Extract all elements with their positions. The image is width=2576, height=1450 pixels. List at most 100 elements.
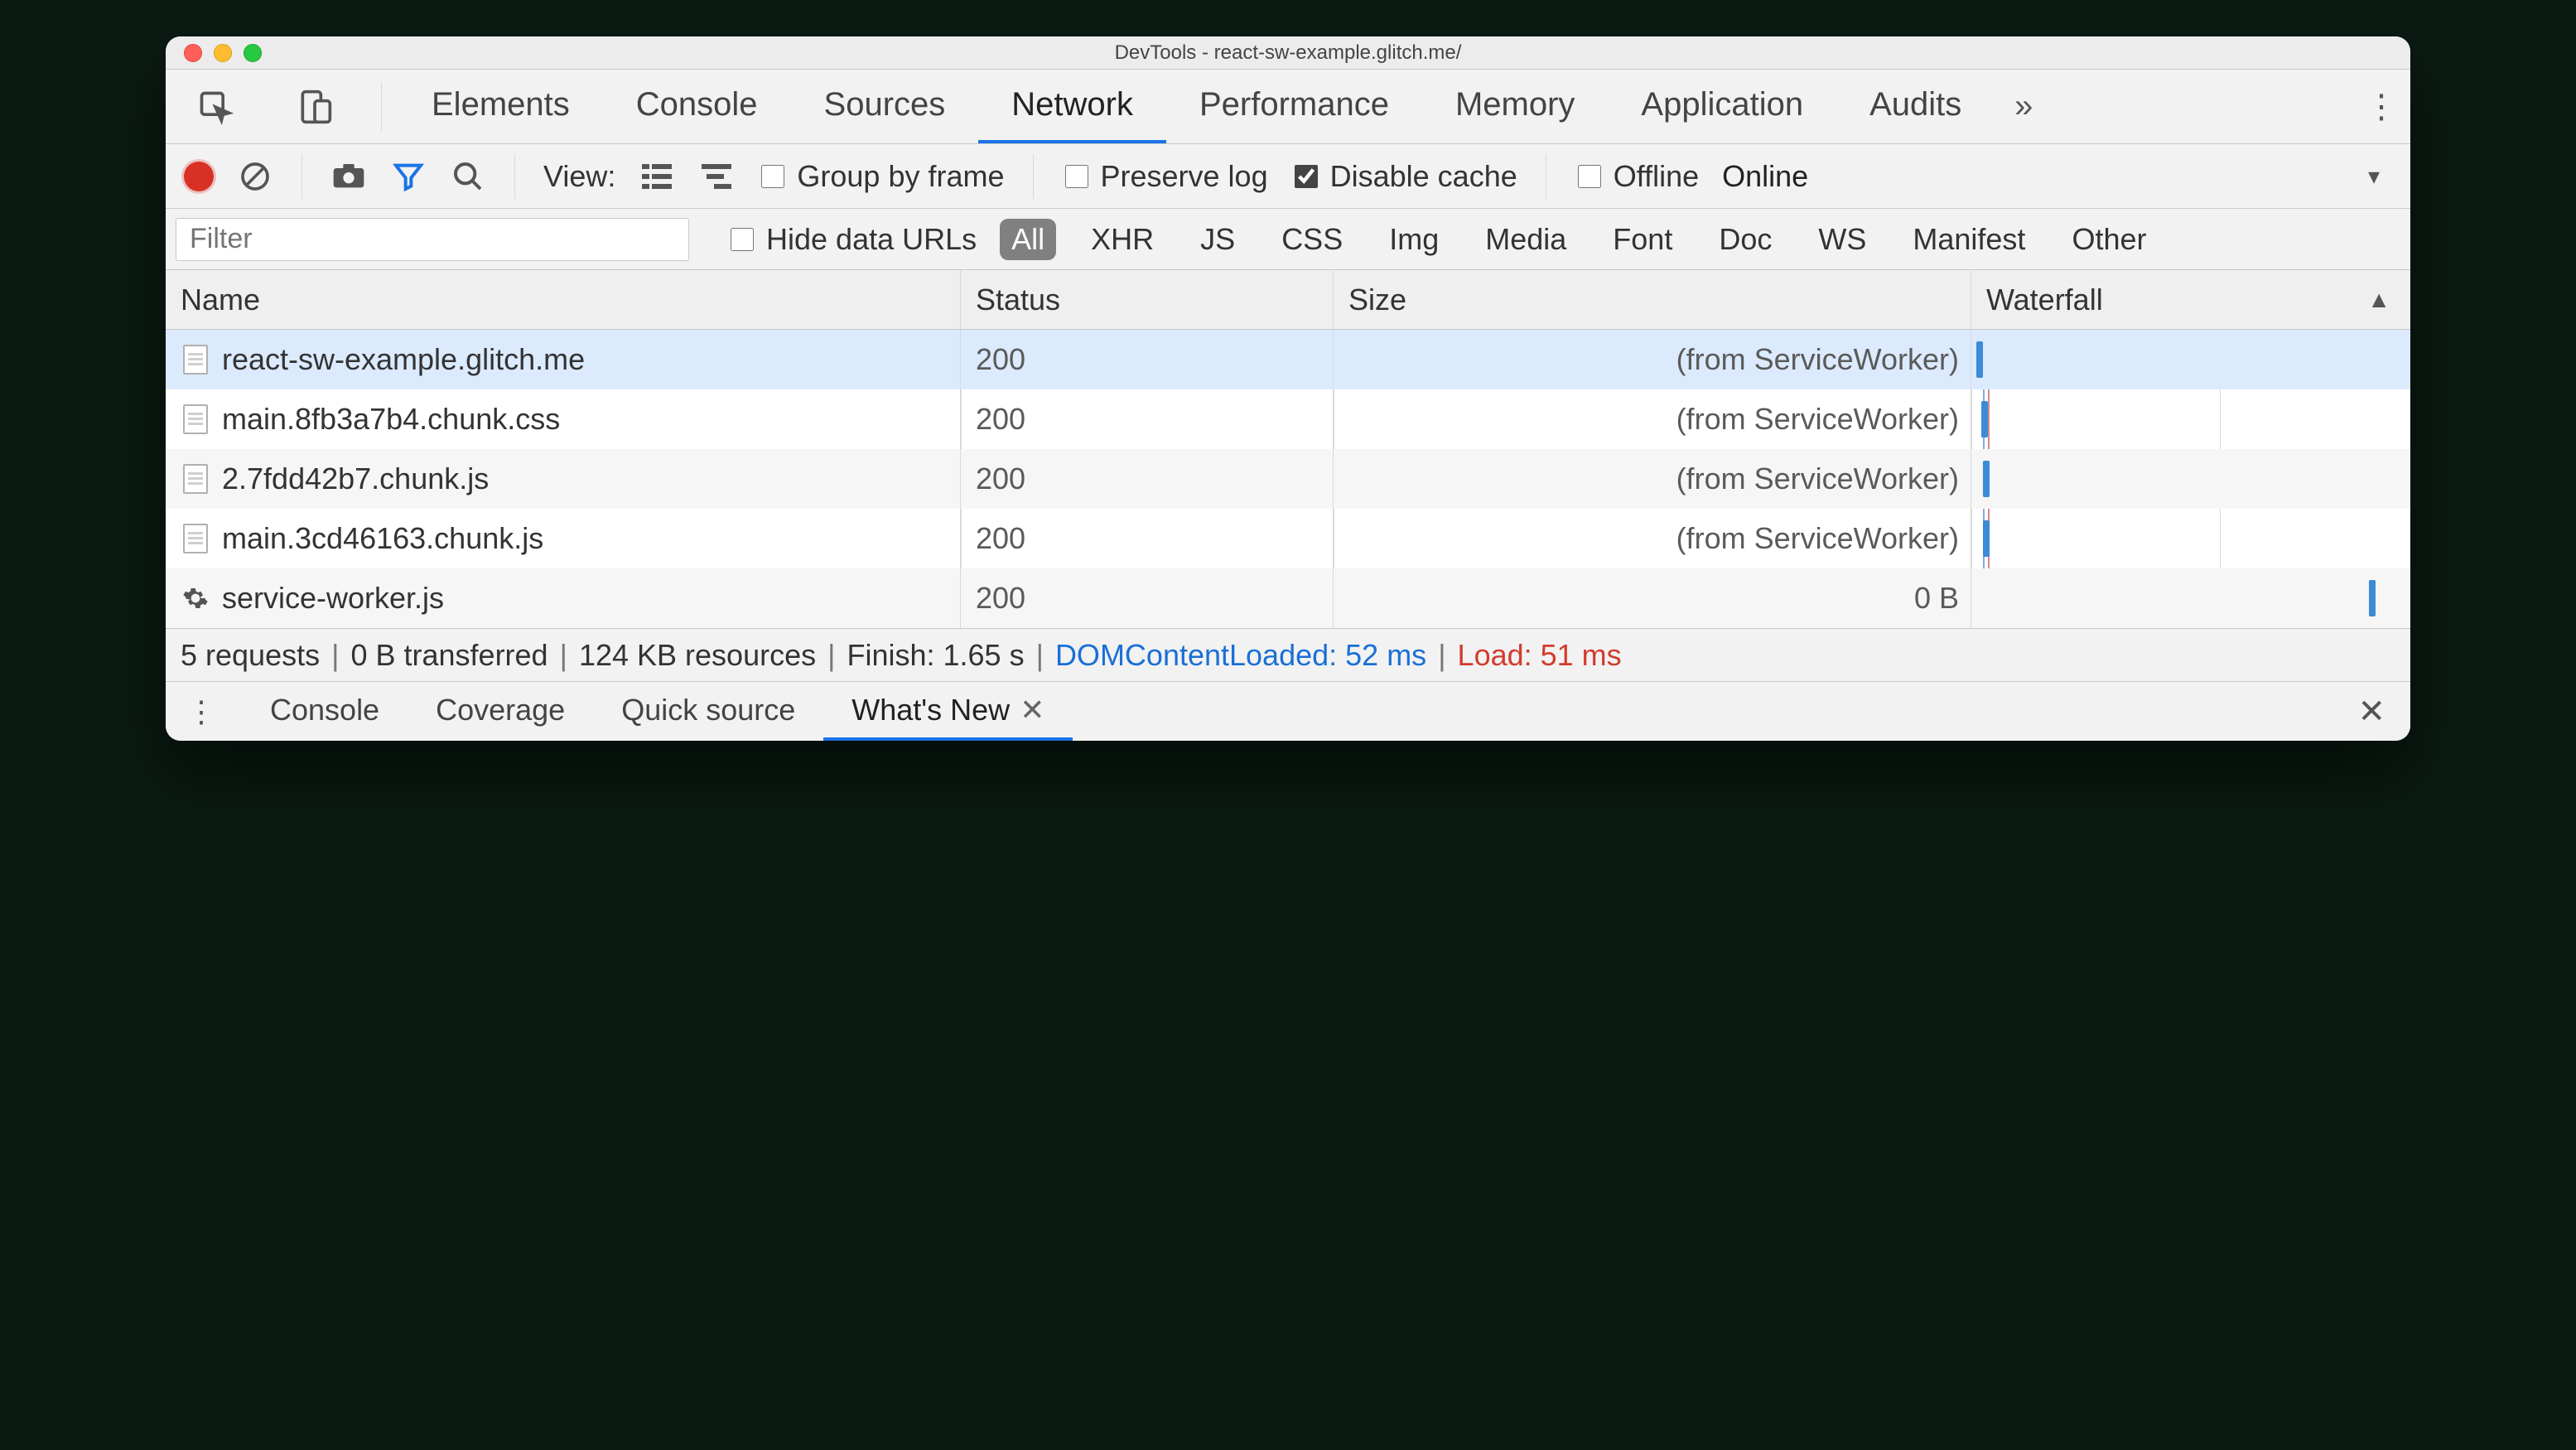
network-toolbar: View: Group by frame Preserve log Disabl… <box>166 144 2410 209</box>
cell-name: main.8fb3a7b4.chunk.css <box>166 389 961 449</box>
more-tabs-icon[interactable]: » <box>1995 88 2053 125</box>
tab-elements[interactable]: Elements <box>398 70 603 143</box>
drawer-tab-whats-new[interactable]: What's New ✕ <box>823 682 1073 741</box>
cell-size: (from ServiceWorker) <box>1334 389 1971 449</box>
column-header-size[interactable]: Size <box>1334 270 1971 329</box>
cell-waterfall <box>1971 330 2410 389</box>
cell-size: (from ServiceWorker) <box>1334 449 1971 509</box>
status-domcontentloaded: DOMContentLoaded: 52 ms <box>1055 638 1426 673</box>
request-name: main.3cd46163.chunk.js <box>222 521 543 556</box>
hide-data-urls-label: Hide data URLs <box>766 222 977 257</box>
settings-menu-icon[interactable]: ⋮ <box>2352 88 2410 126</box>
cell-status: 200 <box>961 568 1334 628</box>
filter-type-img[interactable]: Img <box>1377 219 1450 260</box>
tab-audits[interactable]: Audits <box>1836 70 1995 143</box>
filter-input[interactable] <box>176 218 689 261</box>
clear-icon[interactable] <box>237 158 273 195</box>
table-row[interactable]: service-worker.js 2000 B <box>166 568 2410 628</box>
cell-waterfall <box>1971 509 2410 568</box>
cell-status: 200 <box>961 389 1334 449</box>
status-transferred: 0 B transferred <box>350 638 548 673</box>
drawer-close-icon[interactable]: ✕ <box>2347 693 2395 731</box>
window-maximize-button[interactable] <box>244 44 262 62</box>
cell-status: 200 <box>961 449 1334 509</box>
window-close-button[interactable] <box>184 44 202 62</box>
record-button[interactable] <box>184 162 214 191</box>
cell-status: 200 <box>961 509 1334 568</box>
cell-waterfall <box>1971 449 2410 509</box>
table-row[interactable]: main.3cd46163.chunk.js200(from ServiceWo… <box>166 509 2410 568</box>
overview-icon[interactable] <box>698 158 735 195</box>
sort-ascending-icon: ▲ <box>2367 287 2390 313</box>
throttling-dropdown-icon[interactable]: ▾ <box>2356 158 2392 195</box>
drawer-menu-icon[interactable]: ⋮ <box>181 694 222 729</box>
filter-type-css[interactable]: CSS <box>1270 219 1354 260</box>
request-name: 2.7fdd42b7.chunk.js <box>222 462 489 496</box>
filter-type-other[interactable]: Other <box>2060 219 2158 260</box>
tab-network[interactable]: Network <box>978 70 1166 143</box>
large-rows-icon[interactable] <box>639 158 675 195</box>
view-label: View: <box>543 159 615 194</box>
inspect-element-icon[interactable] <box>166 89 265 125</box>
filter-icon[interactable] <box>390 158 427 195</box>
cell-name: main.3cd46163.chunk.js <box>166 509 961 568</box>
file-icon <box>181 345 210 375</box>
cell-name: service-worker.js <box>166 568 961 628</box>
offline-label: Offline <box>1614 159 1699 194</box>
window-title: DevTools - react-sw-example.glitch.me/ <box>166 41 2410 65</box>
cell-waterfall <box>1971 568 2410 628</box>
hide-data-urls-checkbox[interactable]: Hide data URLs <box>727 222 977 257</box>
tab-sources[interactable]: Sources <box>791 70 979 143</box>
group-by-frame-label: Group by frame <box>797 159 1004 194</box>
drawer-tab-coverage[interactable]: Coverage <box>408 682 593 741</box>
search-icon[interactable] <box>450 158 486 195</box>
table-row[interactable]: react-sw-example.glitch.me200(from Servi… <box>166 330 2410 389</box>
window-minimize-button[interactable] <box>214 44 232 62</box>
filter-type-ws[interactable]: WS <box>1807 219 1878 260</box>
drawer-tab-quick-source[interactable]: Quick source <box>593 682 823 741</box>
status-requests: 5 requests <box>181 638 320 673</box>
disable-cache-checkbox[interactable]: Disable cache <box>1291 159 1517 194</box>
status-resources: 124 KB resources <box>579 638 816 673</box>
group-by-frame-checkbox[interactable]: Group by frame <box>758 159 1004 194</box>
filter-type-xhr[interactable]: XHR <box>1079 219 1165 260</box>
tab-performance[interactable]: Performance <box>1166 70 1422 143</box>
request-name: main.8fb3a7b4.chunk.css <box>222 402 560 437</box>
filter-type-font[interactable]: Font <box>1601 219 1684 260</box>
column-header-name[interactable]: Name <box>166 270 961 329</box>
tab-application[interactable]: Application <box>1608 70 1836 143</box>
tab-memory[interactable]: Memory <box>1422 70 1608 143</box>
filter-type-manifest[interactable]: Manifest <box>1901 219 2037 260</box>
waterfall-bar <box>1976 341 1983 378</box>
table-row[interactable]: main.8fb3a7b4.chunk.css 200(from ServiceW… <box>166 389 2410 449</box>
status-bar: 5 requests| 0 B transferred| 124 KB reso… <box>166 628 2410 681</box>
column-header-status[interactable]: Status <box>961 270 1334 329</box>
filter-type-js[interactable]: JS <box>1189 219 1247 260</box>
close-tab-icon[interactable]: ✕ <box>1020 693 1044 727</box>
offline-checkbox[interactable]: Offline <box>1575 159 1699 194</box>
screenshot-icon[interactable] <box>330 158 367 195</box>
status-load: Load: 51 ms <box>1458 638 1622 673</box>
cell-size: (from ServiceWorker) <box>1334 330 1971 389</box>
gear-icon <box>181 583 210 613</box>
throttling-select[interactable]: Online <box>1722 159 1808 194</box>
request-name: react-sw-example.glitch.me <box>222 342 585 377</box>
column-header-waterfall-label: Waterfall <box>1986 283 2103 317</box>
filter-type-media[interactable]: Media <box>1474 219 1578 260</box>
file-icon <box>181 404 210 434</box>
drawer: ⋮ Console Coverage Quick source What's N… <box>166 681 2410 741</box>
preserve-log-checkbox[interactable]: Preserve log <box>1062 159 1268 194</box>
table-row[interactable]: 2.7fdd42b7.chunk.js 200(from ServiceWorke… <box>166 449 2410 509</box>
device-toolbar-icon[interactable] <box>265 89 364 125</box>
filter-type-all[interactable]: All <box>1000 219 1056 260</box>
tab-console[interactable]: Console <box>603 70 791 143</box>
column-header-waterfall[interactable]: Waterfall ▲ <box>1971 270 2410 329</box>
drawer-tab-console[interactable]: Console <box>242 682 408 741</box>
cell-size: 0 B <box>1334 568 1971 628</box>
waterfall-bar <box>1983 520 1990 557</box>
request-name: service-worker.js <box>222 581 444 616</box>
requests-table: Name Status Size Waterfall ▲ react-sw-ex… <box>166 270 2410 628</box>
filter-type-doc[interactable]: Doc <box>1707 219 1783 260</box>
waterfall-bar <box>1981 401 1988 437</box>
filter-bar: Hide data URLs All XHR JS CSS Img Media … <box>166 209 2410 270</box>
